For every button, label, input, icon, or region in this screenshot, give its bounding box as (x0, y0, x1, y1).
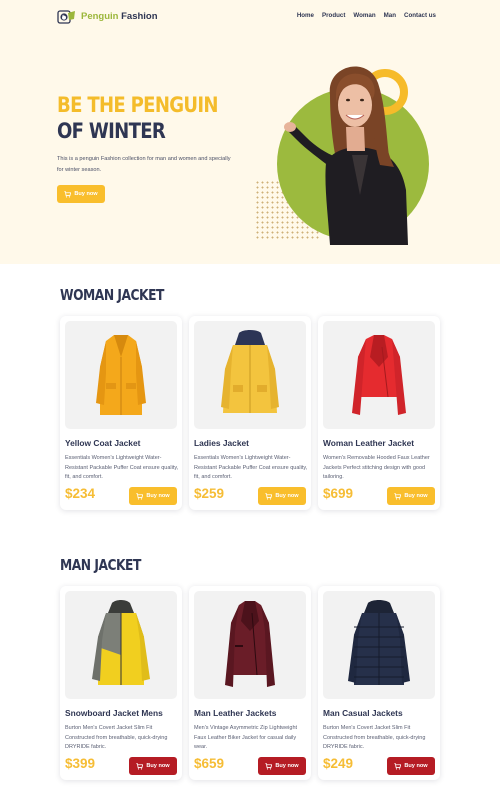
buy-now-button[interactable]: Buy now (129, 487, 177, 505)
product-card[interactable]: Man Casual Jackets Burton Men's Covert J… (318, 586, 440, 780)
product-name: Man Casual Jackets (323, 708, 403, 718)
product-price: $259 (194, 486, 225, 501)
product-card[interactable]: Snowboard Jacket Mens Burton Men's Cover… (60, 586, 182, 780)
product-image (65, 321, 177, 429)
buy-now-button[interactable]: Buy now (129, 757, 177, 775)
product-card[interactable]: Woman Leather Jacket Women's Removable H… (318, 316, 440, 510)
product-image (194, 591, 306, 699)
nav-link-man[interactable]: Man (384, 12, 396, 19)
product-name: Snowboard Jacket Mens (65, 708, 163, 718)
product-image (65, 591, 177, 699)
hero-title-line2: OF WINTER (57, 119, 166, 143)
cart-icon (136, 492, 144, 500)
buy-now-label: Buy now (146, 763, 170, 769)
hero-buy-now-button[interactable]: Buy now (57, 185, 105, 203)
product-card[interactable]: Ladies Jacket Essentials Women's Lightwe… (189, 316, 311, 510)
man-jacket-section-title: MAN JACKET (60, 556, 141, 574)
product-price: $659 (194, 756, 225, 771)
cart-icon (265, 492, 273, 500)
product-description: Essentials Women's Lightweight Water-Res… (194, 455, 308, 481)
buy-now-button[interactable]: Buy now (258, 757, 306, 775)
product-price: $249 (323, 756, 354, 771)
brand-name-part1: Penguin (81, 11, 119, 22)
hero-title-line1: BE THE PENGUIN (57, 93, 219, 117)
cart-icon (265, 762, 273, 770)
product-name: Woman Leather Jacket (323, 438, 415, 448)
snowboard-jacket-icon (92, 600, 150, 685)
product-name: Man Leather Jackets (194, 708, 277, 718)
hero-model-image (284, 66, 408, 245)
product-price: $399 (65, 756, 96, 771)
yellow-coat-icon (96, 335, 146, 415)
product-description: Burton Men's Covert Jacket Slim Fit Cons… (65, 725, 168, 751)
red-leather-jacket-icon (352, 335, 406, 415)
nav-menu: Home Product Woman Man Contact us (289, 12, 436, 19)
product-image (323, 591, 435, 699)
navy-puffer-jacket-icon (348, 600, 410, 685)
buy-now-button[interactable]: Buy now (258, 487, 306, 505)
product-name: Ladies Jacket (194, 438, 249, 448)
product-price: $234 (65, 486, 96, 501)
buy-now-button[interactable]: Buy now (387, 487, 435, 505)
buy-now-label: Buy now (275, 493, 299, 499)
buy-now-label: Buy now (404, 763, 428, 769)
product-image (194, 321, 306, 429)
nav-link-woman[interactable]: Woman (353, 12, 375, 19)
hero-description: This is a penguin Fashion collection for… (57, 156, 231, 173)
cart-icon (394, 492, 402, 500)
penguin-logo-icon (57, 10, 75, 24)
brand-logo[interactable]: Penguin Fashion (57, 8, 158, 25)
cart-icon (136, 762, 144, 770)
product-price: $699 (323, 486, 354, 501)
yellow-hooded-jacket-icon (221, 330, 279, 413)
cart-icon (64, 190, 72, 198)
product-card[interactable]: Yellow Coat Jacket Essentials Women's Li… (60, 316, 182, 510)
product-name: Yellow Coat Jacket (65, 438, 141, 448)
maroon-leather-jacket-icon (225, 601, 275, 687)
buy-now-label: Buy now (146, 493, 170, 499)
brand-name-part2: Fashion (121, 11, 158, 22)
product-description: Burton Men's Covert Jacket Slim Fit Cons… (323, 725, 426, 751)
product-description: Men's Vintage Asymmetric Zip Lightweight… (194, 725, 298, 751)
buy-now-button[interactable]: Buy now (387, 757, 435, 775)
nav-link-product[interactable]: Product (322, 12, 345, 19)
woman-jacket-section-title: WOMAN JACKET (60, 286, 164, 304)
hero-section: Penguin Fashion Home Product Woman Man C… (0, 0, 500, 264)
cart-icon (394, 762, 402, 770)
hero-buy-now-label: Buy now (74, 191, 98, 197)
product-image (323, 321, 435, 429)
product-card[interactable]: Man Leather Jackets Men's Vintage Asymme… (189, 586, 311, 780)
product-description: Women's Removable Hooded Faux Leather Ja… (323, 455, 430, 481)
top-navbar: Penguin Fashion Home Product Woman Man C… (0, 0, 500, 34)
buy-now-label: Buy now (404, 493, 428, 499)
buy-now-label: Buy now (275, 763, 299, 769)
product-description: Essentials Women's Lightweight Water-Res… (65, 455, 179, 481)
nav-link-contact[interactable]: Contact us (404, 12, 436, 19)
nav-link-home[interactable]: Home (297, 12, 314, 19)
